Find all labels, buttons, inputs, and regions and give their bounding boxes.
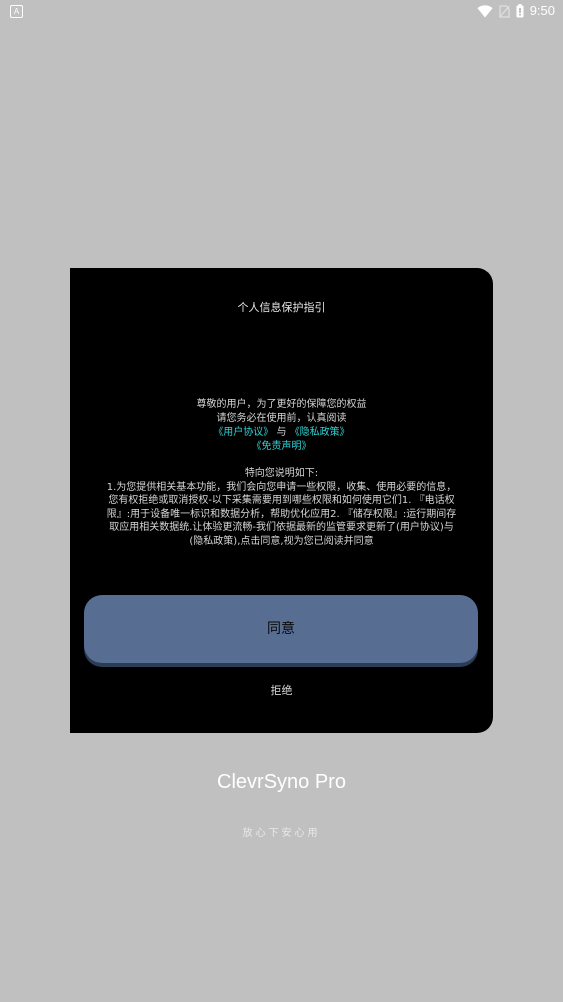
- disclaimer-line: 《免责声明》: [70, 440, 493, 454]
- dialog-details: 特向您说明如下: 1.为您提供相关基本功能，我们会向您申请一些权限，收集、使用必…: [84, 467, 479, 548]
- intro-line: 请您务必在使用前，认真阅读: [216, 413, 347, 424]
- details-line: 限』:用于设备唯一标识和数据分析，帮助优化应用2. 『储存权限』:运行期间存: [106, 508, 457, 520]
- clock: 9:50: [529, 3, 555, 18]
- details-heading: 特向您说明如下:: [244, 468, 319, 479]
- status-icons: 9:50: [477, 3, 555, 19]
- status-bar: A 9:50: [0, 0, 563, 24]
- details-line: 您有权拒绝或取消授权-以下采集需要用到哪些权限和如何使用它们1. 『电话权: [108, 495, 455, 506]
- details-line: 1.为您提供相关基本功能，我们会向您申请一些权限，收集、使用必要的信息，: [106, 481, 457, 493]
- user-agreement-link[interactable]: 《用户协议》: [213, 427, 273, 438]
- agree-button[interactable]: 同意: [84, 595, 478, 663]
- disclaimer-link[interactable]: 《免责声明》: [252, 441, 312, 452]
- dialog-title: 个人信息保护指引: [237, 301, 326, 314]
- app-name: ClevrSyno Pro: [217, 771, 346, 793]
- battery-icon: [516, 4, 524, 18]
- conjunction-text: 与: [276, 427, 287, 438]
- no-sim-icon: [498, 4, 510, 18]
- wifi-icon: [477, 4, 493, 18]
- intro-line: 尊敬的用户，为了更好的保障您的权益: [196, 399, 367, 410]
- details-line: 取应用相关数据统.让体验更流畅-我们依据最新的监管要求更新了(用户协议)与: [109, 522, 454, 533]
- agreement-links: 《用户协议》 与 《隐私政策》: [70, 426, 493, 440]
- notification-icon: A: [10, 5, 23, 18]
- privacy-dialog: 个人信息保护指引 尊敬的用户，为了更好的保障您的权益 请您务必在使用前，认真阅读…: [70, 268, 493, 733]
- dialog-intro: 尊敬的用户，为了更好的保障您的权益 请您务必在使用前，认真阅读 《用户协议》 与…: [70, 398, 493, 454]
- details-line: (隐私政策),点击同意,视为您已阅读并同意: [189, 535, 374, 547]
- app-slogan: 放心下安心用: [242, 828, 321, 839]
- reject-button[interactable]: 拒绝: [70, 682, 493, 698]
- privacy-policy-link[interactable]: 《隐私政策》: [290, 427, 350, 438]
